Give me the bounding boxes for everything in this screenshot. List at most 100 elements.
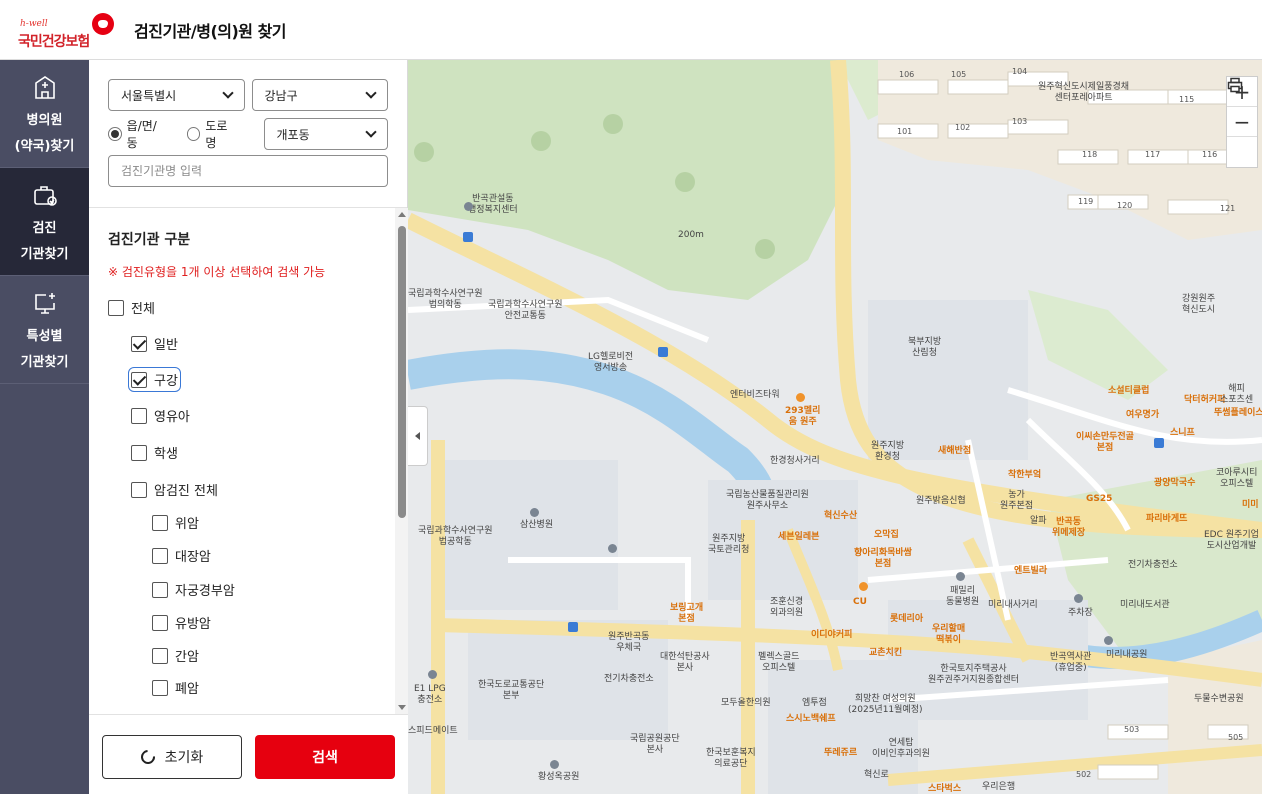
map-label: 모두올한의원 — [721, 698, 771, 708]
nhis-logo[interactable]: h-well 국민건강보험 — [18, 0, 128, 60]
bus-stop-icon[interactable] — [568, 622, 578, 632]
map-label: 한국보훈복지 의료공단 — [706, 748, 756, 769]
scroll-down-icon[interactable] — [398, 705, 406, 710]
parking-icon[interactable] — [1074, 594, 1083, 603]
map-label: 롯데리아 — [890, 614, 924, 624]
checkbox-label: 영유아 — [154, 410, 190, 425]
nav-label: (약국)찾기 — [14, 139, 75, 154]
map-label: 조훈신경 외과의원 — [770, 597, 804, 618]
map-label: 국립과학수사연구원 법의학동 — [408, 289, 483, 310]
hospital-marker-icon[interactable] — [956, 572, 965, 581]
checkbox-cancer-all[interactable]: 암검진 전체 — [131, 480, 218, 499]
radio-road[interactable]: 도로명 — [186, 117, 238, 151]
category-scrollbar[interactable] — [395, 208, 408, 714]
checkbox-infant[interactable]: 영유아 — [131, 406, 190, 425]
city-select[interactable]: 서울특별시 — [108, 79, 245, 111]
checkbox-label: 간암 — [175, 650, 199, 665]
checkbox-liver-box[interactable] — [152, 647, 168, 664]
map-label: 북부지방 산림청 — [908, 337, 942, 358]
checkbox-lung-box[interactable] — [152, 679, 168, 696]
map-label: 반곡동 위메제장 — [1052, 517, 1086, 538]
scroll-up-icon[interactable] — [398, 212, 406, 217]
map-label: 엠투점 — [802, 698, 827, 708]
map-label: GS25 — [1086, 494, 1113, 504]
map-label: 해피 스포츠센 — [1220, 384, 1254, 405]
poi-icon[interactable] — [796, 393, 805, 402]
map-label: 두물수변공원 — [1194, 694, 1244, 704]
gas-station-icon[interactable] — [428, 670, 437, 679]
map-label: 원주혁신도시제일풍경채 센터포레아파트 — [1038, 82, 1130, 103]
checkbox-colon[interactable]: 대장암 — [152, 546, 211, 565]
checkbox-cervical-box[interactable] — [152, 581, 168, 598]
map-label: 원주지방 환경청 — [871, 441, 905, 462]
search-button[interactable]: 검색 — [255, 735, 395, 779]
map-label: 원주지방 국토관리청 — [708, 534, 750, 555]
bus-stop-icon[interactable] — [1154, 438, 1164, 448]
checkbox-lung[interactable]: 폐암 — [152, 678, 199, 697]
checkbox-all-box[interactable] — [108, 299, 124, 316]
radio-road-indicator[interactable] — [186, 127, 201, 141]
checkbox-cancer-all-box[interactable] — [131, 481, 147, 498]
checkbox-breast-box[interactable] — [152, 614, 168, 631]
map-label: 혁신수산 — [824, 511, 858, 521]
checkbox-all[interactable]: 전체 — [108, 298, 155, 317]
radio-dong-indicator[interactable] — [108, 127, 122, 141]
radio-dong-label: 읍/면/동 — [126, 119, 157, 150]
map-label: 대한석탄공사 본사 — [660, 652, 710, 673]
scroll-thumb[interactable] — [398, 226, 406, 518]
poi-icon[interactable] — [464, 202, 473, 211]
page-title: 검진기관/병(의)원 찾기 — [134, 21, 287, 41]
map-label: 스피드메이트 — [408, 726, 458, 736]
map-label: LG헬로비전 영서방송 — [588, 352, 634, 373]
map-label: 국립과학수사연구원 법공학동 — [418, 526, 493, 547]
poi-icon[interactable] — [859, 582, 868, 591]
checkbox-label: 암검진 전체 — [154, 484, 218, 499]
print-button[interactable] — [1227, 77, 1257, 167]
radio-dong[interactable]: 읍/면/동 — [108, 117, 167, 151]
checkbox-general[interactable]: 일반 — [131, 334, 178, 353]
collapse-panel-button[interactable] — [408, 406, 428, 466]
park-icon[interactable] — [550, 760, 559, 769]
map-label: 전기차충전소 — [1128, 560, 1178, 570]
dong-select-value: 개포동 — [276, 127, 310, 142]
nav-item-specialty[interactable]: 특성별 기관찾기 — [0, 276, 89, 384]
hospital-marker-icon[interactable] — [530, 508, 539, 517]
dong-select[interactable]: 개포동 — [263, 118, 388, 150]
bus-stop-icon[interactable] — [463, 232, 473, 242]
checkbox-infant-box[interactable] — [131, 407, 147, 424]
chevron-down-icon — [221, 87, 234, 99]
heart-icon — [92, 12, 114, 35]
nav-item-checkup[interactable]: 검진 기관찾기 — [0, 168, 89, 276]
map-label: E1 LPG 충전소 — [414, 684, 446, 705]
checkbox-general-box[interactable] — [131, 335, 147, 352]
map-label: 미리내사거리 — [988, 600, 1038, 610]
park-icon[interactable] — [1104, 636, 1113, 645]
checkbox-student[interactable]: 학생 — [131, 443, 178, 462]
map-label: 파리바게뜨 — [1146, 514, 1188, 524]
map-label: 광양막국수 — [1154, 478, 1196, 488]
map-building-number: 117 — [1145, 150, 1161, 159]
checkbox-stomach-box[interactable] — [152, 514, 168, 531]
checkbox-liver[interactable]: 간암 — [152, 646, 199, 665]
checkbox-label: 자궁경부암 — [175, 584, 235, 599]
parking-icon[interactable] — [608, 544, 617, 553]
reset-button[interactable]: 초기화 — [102, 735, 242, 779]
checkbox-student-box[interactable] — [131, 444, 147, 461]
nav-label: 병의원 — [26, 113, 63, 128]
bus-stop-icon[interactable] — [658, 347, 668, 357]
map-label: 패밀리 동물병원 — [946, 586, 980, 607]
checkbox-oral[interactable]: 구강 — [128, 367, 181, 392]
institution-name-input[interactable] — [108, 155, 388, 187]
nav-label: 기관찾기 — [20, 247, 69, 262]
checkbox-oral-box[interactable] — [131, 371, 147, 388]
checkbox-cervical[interactable]: 자궁경부암 — [152, 580, 235, 599]
checkbox-stomach[interactable]: 위암 — [152, 513, 199, 532]
district-select[interactable]: 강남구 — [251, 79, 388, 111]
nav-item-hospital[interactable]: 병의원 (약국)찾기 — [0, 60, 89, 168]
checkbox-colon-box[interactable] — [152, 547, 168, 564]
checkup-icon — [33, 186, 57, 206]
checkbox-breast[interactable]: 유방암 — [152, 613, 211, 632]
map-label: 알파 — [1030, 516, 1047, 526]
zoom-out-button[interactable]: − — [1227, 107, 1257, 137]
map-view[interactable]: 106 105 104 115 103 101 102 118 117 116 … — [408, 60, 1262, 794]
